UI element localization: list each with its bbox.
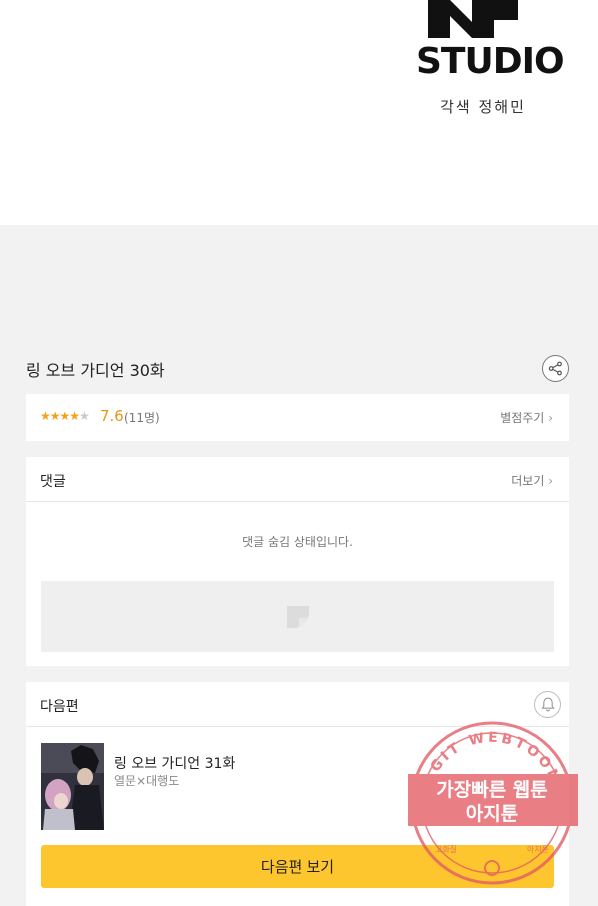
thumbnail-image — [41, 743, 104, 830]
next-episode-button[interactable]: 다음편 보기 — [41, 845, 554, 888]
bell-icon — [540, 697, 555, 712]
comment-more-label: 더보기 — [511, 474, 545, 488]
adaptation-credit: 각색 정해민 — [440, 98, 526, 116]
comment-header-title: 댓글 — [40, 474, 66, 490]
image-placeholder-icon — [286, 605, 309, 628]
studio-logo-text: STUDIO — [416, 41, 565, 82]
next-header-title: 다음편 — [40, 699, 79, 715]
next-episode-title[interactable]: 링 오브 가디언 31화 — [114, 753, 235, 773]
episode-title: 링 오브 가디언 30화 — [26, 361, 165, 380]
studio-logo-mark — [428, 0, 518, 38]
star-icon: ★ — [69, 409, 80, 423]
chevron-right-icon: › — [548, 474, 553, 488]
star-rating: ★★★★★ — [40, 409, 90, 423]
comment-card: 댓글 더보기 › 댓글 숨김 상태입니다. — [26, 457, 569, 666]
comment-header: 댓글 더보기 › — [26, 457, 569, 502]
hero-banner: STUDIO 각색 정해민 — [0, 0, 598, 225]
rating-card: ★★★★★ 7.6 (11명) 별점주기 › — [26, 394, 569, 441]
rating-score: 7.6 — [100, 407, 124, 425]
star-icon: ★ — [40, 409, 51, 423]
next-episode-thumbnail[interactable] — [41, 743, 104, 830]
next-episode-card: 다음편 링 오브 가디언 31화 열문×대행도 다음편 보기 — [26, 682, 569, 906]
next-header: 다음편 — [26, 682, 569, 727]
notify-button[interactable] — [534, 691, 561, 718]
star-icon: ★ — [59, 409, 71, 423]
star-empty-icon: ★ — [79, 409, 90, 423]
share-icon — [548, 361, 562, 376]
rating-count: (11명) — [124, 411, 160, 425]
comment-more-button[interactable]: 더보기 › — [511, 472, 553, 489]
comment-hidden-message: 댓글 숨김 상태입니다. — [242, 535, 353, 549]
rate-button-label: 별점주기 — [500, 411, 545, 425]
star-icon: ★ — [49, 409, 61, 423]
chevron-right-icon: › — [548, 411, 553, 425]
share-button[interactable] — [542, 355, 569, 382]
comment-placeholder — [41, 581, 554, 652]
next-episode-author: 열문×대행도 — [114, 774, 180, 788]
rate-button[interactable]: 별점주기 › — [500, 409, 553, 426]
